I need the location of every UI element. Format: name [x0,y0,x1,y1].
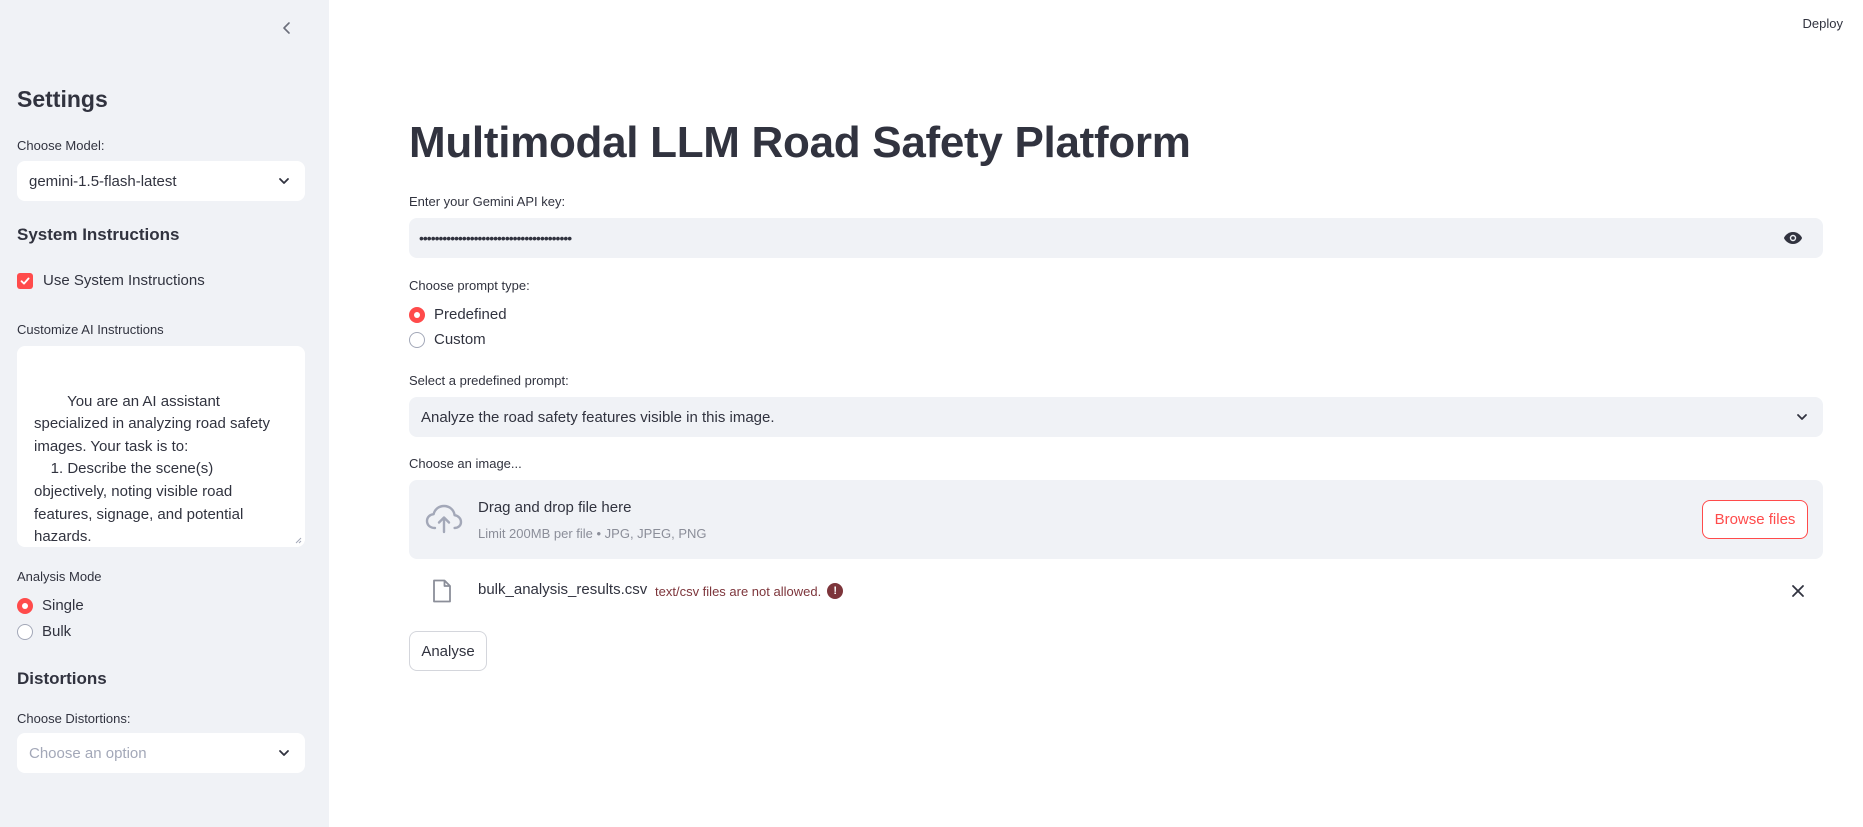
distortions-label: Choose Distortions: [17,711,131,726]
use-system-instructions-label: Use System Instructions [43,272,205,289]
radio-custom[interactable]: Custom [409,331,486,348]
radio-predefined[interactable]: Predefined [409,306,507,323]
chevron-down-icon [279,178,289,184]
radio-predefined-label: Predefined [434,306,507,323]
eye-icon[interactable] [1783,231,1803,245]
api-key-input[interactable]: ••••••••••••••••••••••••••••••••••••••• [409,218,1823,258]
file-icon [433,579,451,603]
radio-single-label: Single [42,597,84,614]
file-error-text: text/csv files are not allowed. [655,583,822,599]
page-title: Multimodal LLM Road Safety Platform [409,118,1191,167]
radio-selected-icon [409,306,425,323]
file-dropzone[interactable]: Drag and drop file here Limit 200MB per … [409,480,1823,559]
radio-unselected-icon [17,623,33,640]
uploaded-file-row: bulk_analysis_results.csv text/csv files… [409,574,1823,608]
analysis-mode-label: Analysis Mode [17,569,102,584]
deploy-button[interactable]: Deploy [1803,16,1843,31]
radio-bulk[interactable]: Bulk [17,623,71,640]
model-label: Choose Model: [17,138,105,153]
chevron-left-icon [283,22,290,34]
predefined-prompt-select[interactable]: Analyze the road safety features visible… [409,397,1823,437]
chevron-down-icon [1797,414,1807,420]
radio-unselected-icon [409,331,425,348]
cloud-upload-icon [425,504,463,534]
image-label: Choose an image... [409,456,522,471]
dropzone-title: Drag and drop file here [478,499,632,516]
file-error: text/csv files are not allowed. ! [655,583,844,599]
system-instructions-heading: System Instructions [17,225,180,244]
distortions-placeholder: Choose an option [29,744,147,762]
distortions-heading: Distortions [17,669,107,688]
browse-files-button[interactable]: Browse files [1702,500,1808,539]
dropzone-limits: Limit 200MB per file • JPG, JPEG, PNG [478,526,707,541]
file-name: bulk_analysis_results.csv [478,581,648,598]
collapse-sidebar-button[interactable] [277,16,297,40]
radio-bulk-label: Bulk [42,623,72,640]
customize-instructions-label: Customize AI Instructions [17,322,164,337]
predefined-prompt-value: Analyze the road safety features visible… [421,408,775,426]
predefined-prompt-label: Select a predefined prompt: [409,373,569,388]
radio-selected-icon [17,597,33,614]
analyse-button[interactable]: Analyse [409,631,487,671]
api-key-label: Enter your Gemini API key: [409,194,566,209]
error-icon: ! [827,583,844,599]
instructions-textarea[interactable]: You are an AI assistant specialized in a… [17,346,305,547]
radio-custom-label: Custom [434,331,486,348]
instructions-text: You are an AI assistant specialized in a… [34,392,270,546]
resize-handle-icon[interactable] [294,536,302,544]
prompt-type-label: Choose prompt type: [409,278,530,293]
chevron-down-icon [279,750,289,756]
distortions-multiselect[interactable]: Choose an option [17,733,305,773]
close-icon[interactable] [1791,584,1805,598]
checkbox-checked-icon [17,272,33,289]
use-system-instructions-checkbox[interactable]: Use System Instructions [17,272,205,289]
api-key-value: ••••••••••••••••••••••••••••••••••••••• [419,230,572,246]
radio-single[interactable]: Single [17,597,84,614]
sidebar: Settings Choose Model: gemini-1.5-flash-… [0,0,329,827]
model-select[interactable]: gemini-1.5-flash-latest [17,161,305,201]
sidebar-title: Settings [17,86,108,112]
model-select-value: gemini-1.5-flash-latest [29,172,177,190]
